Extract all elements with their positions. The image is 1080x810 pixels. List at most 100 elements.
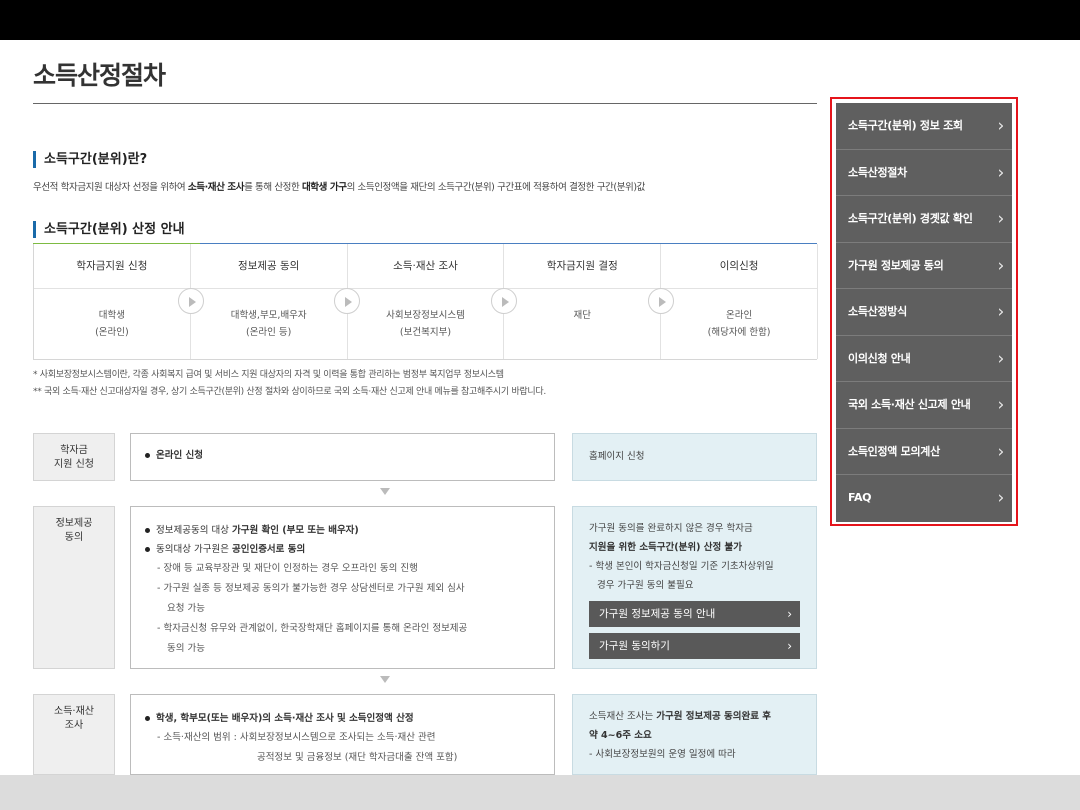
- flow-bullet-text: 학생, 학부모(또는 배우자)의 소득·재산 조사 및 소득인정액 산정: [156, 713, 414, 724]
- step-title: 학자금지원 결정: [504, 244, 661, 289]
- step-arrow-icon: [648, 288, 674, 314]
- side-menu-item-household-consent[interactable]: 가구원 정보제공 동의 ›: [836, 242, 1012, 289]
- side-box-text: 가구원 동의를 완료하지 않은 경우 학자금: [589, 523, 753, 534]
- flow-bullet: 정보제공동의 대상 가구원 확인 (부모 또는 배우자): [145, 521, 540, 540]
- flow-label-line: 학자금: [60, 445, 88, 456]
- bullet-icon: [145, 547, 150, 552]
- chevron-right-icon: ›: [997, 209, 1005, 229]
- step-line: (온라인): [95, 327, 129, 338]
- side-menu-item-income-bracket-lookup[interactable]: 소득구간(분위) 정보 조회 ›: [836, 103, 1012, 150]
- chevron-right-icon: ›: [997, 116, 1005, 136]
- step-arrow-icon: [334, 288, 360, 314]
- side-menu-label: 소득구간(분위) 경곗값 확인: [848, 212, 973, 225]
- side-box-text: 소득재산 조사는 가구원 정보제공 동의완료 후: [589, 707, 800, 726]
- step-column: 소득·재산 조사 사회보장정보시스템 (보건복지부): [347, 244, 505, 359]
- side-menu: 소득구간(분위) 정보 조회 › 소득산정절차 › 소득구간(분위) 경곗값 확인 ›…: [830, 97, 1018, 526]
- step-line: 대학생,부모,배우자: [230, 310, 307, 321]
- section-heading-definition: 소득구간(분위)란?: [33, 151, 147, 168]
- flow-box-consent: 정보제공동의 대상 가구원 확인 (부모 또는 배우자) 동의대상 가구원은 공…: [130, 506, 555, 669]
- side-menu-label: 소득산정방식: [848, 305, 907, 318]
- side-menu-label: 소득인정액 모의계산: [848, 444, 940, 458]
- side-box-text: 경우 가구원 동의 불필요: [597, 580, 694, 591]
- side-menu-label: 이의신청 안내: [848, 351, 911, 365]
- definition-text: 우선적 학자금지원 대상자 선정을 위하여 소득·재산 조사를 통해 산정한 대…: [33, 179, 645, 193]
- flow-sub-item: - 가구원 실종 등 정보제공 동의가 불가능한 경우 상담센터로 가구원 제외…: [157, 583, 465, 594]
- side-menu-label: 국외 소득·재산 신고제 안내: [848, 398, 971, 411]
- step-body: 온라인 (해당자에 한함): [661, 289, 817, 359]
- flow-bullet-text: 정보제공동의 대상: [156, 525, 232, 536]
- flow-box-investigation: 학생, 학부모(또는 배우자)의 소득·재산 조사 및 소득인정액 산정 - 소…: [130, 694, 555, 775]
- bullet-icon: [145, 716, 150, 721]
- step-title: 학자금지원 신청: [34, 244, 190, 289]
- step-title: 소득·재산 조사: [347, 244, 504, 289]
- side-box-consent: 가구원 동의를 완료하지 않은 경우 학자금 지원을 위한 소득구간(분위) 산…: [572, 506, 817, 669]
- flow-bullet-bold: 가구원 확인 (부모 또는 배우자): [231, 525, 359, 536]
- top-bar: [0, 0, 1080, 40]
- step-body: 대학생,부모,배우자 (온라인 등): [190, 289, 347, 359]
- footnotes: * 사회보장정보시스템이란, 각종 사회복지 급여 및 서비스 지원 대상자의 …: [33, 367, 546, 401]
- flow-bullet: 학생, 학부모(또는 배우자)의 소득·재산 조사 및 소득인정액 산정: [145, 709, 540, 728]
- bullet-icon: [145, 528, 150, 533]
- page-title: 소득산정절차: [33, 61, 166, 90]
- side-menu-item-appeal-guide[interactable]: 이의신청 안내 ›: [836, 335, 1012, 382]
- step-body: 사회보장정보시스템 (보건복지부): [347, 289, 504, 359]
- chevron-right-icon: ›: [997, 441, 1005, 462]
- flow-bullet-text: 동의대상 가구원은: [156, 544, 232, 555]
- flow-sub-item: 동의 가능: [167, 643, 205, 654]
- step-line: 사회보장정보시스템: [386, 310, 465, 321]
- side-menu-item-income-procedure[interactable]: 소득산정절차 ›: [836, 149, 1012, 196]
- flow-sub-item: - 소득·재산의 범위 : 사회보장정보시스템으로 조사되는 소득·재산 관련: [157, 732, 436, 743]
- bullet-icon: [145, 453, 150, 458]
- side-box-text-part: 소득재산 조사는: [589, 711, 657, 722]
- flow-label-investigation: 소득·재산 조사: [33, 694, 115, 775]
- definition-bold: 소득·재산 조사: [187, 182, 245, 193]
- step-column: 학자금지원 결정 재단: [504, 244, 662, 359]
- flow-bullet-text: 온라인 신청: [156, 450, 204, 461]
- step-line: (보건복지부): [399, 327, 452, 338]
- side-menu-item-mock-calculation[interactable]: 소득인정액 모의계산 ›: [836, 428, 1012, 475]
- chevron-right-icon: ›: [997, 348, 1005, 369]
- side-menu-item-faq[interactable]: FAQ ›: [836, 475, 1012, 522]
- household-consent-guide-button[interactable]: 가구원 정보제공 동의 안내 ›: [589, 601, 800, 627]
- step-line: 재단: [573, 310, 592, 321]
- chevron-right-icon: ›: [997, 488, 1005, 508]
- button-label: 가구원 정보제공 동의 안내: [599, 608, 716, 620]
- side-box-text-bold: 약 4~6주 소요: [589, 730, 652, 741]
- side-menu-item-overseas-report[interactable]: 국외 소득·재산 신고제 안내 ›: [836, 382, 1012, 429]
- flow-label-line: 동의: [64, 532, 84, 543]
- side-box-text: - 사회보장정보원의 운영 일정에 따라: [589, 749, 736, 760]
- chevron-right-icon: ›: [787, 639, 792, 653]
- flow-bullet: 동의대상 가구원은 공인인증서로 동의: [145, 540, 540, 559]
- side-menu-item-calculation-method[interactable]: 소득산정방식 ›: [836, 289, 1012, 336]
- flow-sub-item: 공적정보 및 금융정보 (재단 학자금대출 잔액 포함): [257, 752, 458, 763]
- chevron-right-icon: ›: [997, 255, 1005, 276]
- flow-sub-item: - 장애 등 교육부장관 및 재단이 인정하는 경우 오프라인 동의 진행: [157, 563, 418, 574]
- bottom-bar: [0, 775, 1080, 810]
- step-line: 온라인: [725, 310, 753, 321]
- chevron-right-icon: ›: [997, 395, 1005, 415]
- definition-bold: 대학생 가구: [301, 182, 347, 193]
- flow-label-line: 소득·재산: [54, 706, 94, 717]
- household-consent-button[interactable]: 가구원 동의하기 ›: [589, 633, 800, 659]
- button-label: 가구원 동의하기: [599, 640, 670, 652]
- footnote: * 사회보장정보시스템이란, 각종 사회복지 급여 및 서비스 지원 대상자의 …: [33, 370, 504, 380]
- flow-label-consent: 정보제공 동의: [33, 506, 115, 669]
- step-body: 대학생 (온라인): [34, 289, 190, 359]
- side-box-text-bold: 가구원 정보제공 동의완료 후: [656, 711, 772, 722]
- step-arrow-icon: [178, 288, 204, 314]
- step-line: (온라인 등): [245, 327, 292, 338]
- down-arrow-icon: [380, 488, 390, 495]
- step-body: 재단: [504, 289, 661, 359]
- flow-bullet: 온라인 신청: [145, 446, 540, 465]
- flow-label-line: 조사: [64, 720, 84, 731]
- side-box-text-bold: 지원을 위한 소득구간(분위) 산정 불가: [589, 542, 743, 553]
- step-column: 정보제공 동의 대학생,부모,배우자 (온라인 등): [190, 244, 348, 359]
- section-heading-steps: 소득구간(분위) 산정 안내: [33, 221, 185, 238]
- flow-sub-item: - 학자금신청 유무와 관계없이, 한국장학재단 홈페이지를 통해 온라인 정보…: [157, 623, 468, 634]
- step-arrow-icon: [491, 288, 517, 314]
- side-menu-label: FAQ: [848, 491, 872, 504]
- definition-part: 를 통해 산정한: [244, 182, 302, 193]
- side-menu-item-bracket-threshold[interactable]: 소득구간(분위) 경곗값 확인 ›: [836, 196, 1012, 243]
- side-menu-label: 소득산정절차: [848, 165, 907, 179]
- flow-box-apply: 온라인 신청: [130, 433, 555, 481]
